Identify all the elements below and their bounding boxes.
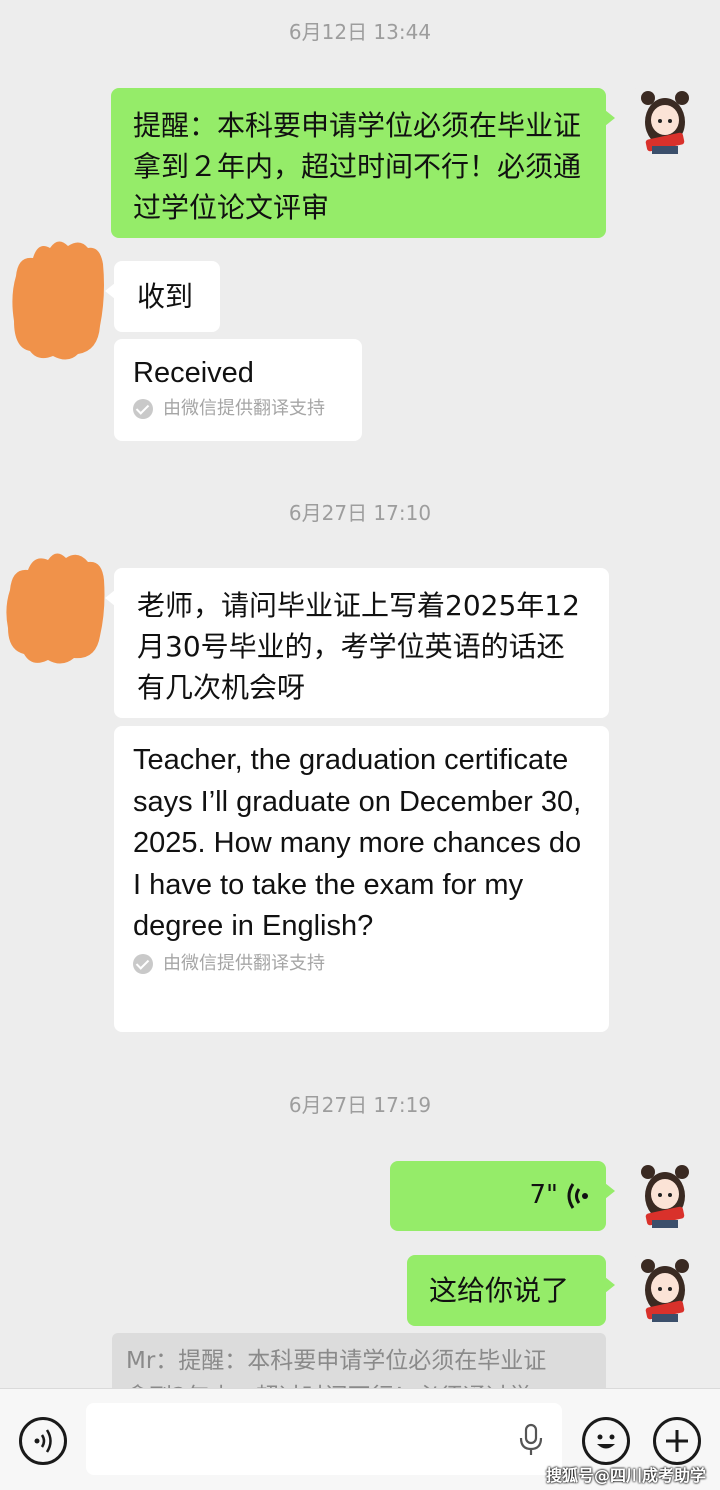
message-input[interactable] <box>86 1403 562 1475</box>
voice-duration: 7" <box>529 1180 558 1210</box>
watermark: 搜狐号@四川成考助学 <box>545 1466 706 1485</box>
outgoing-message[interactable]: 提醒：本科要申请学位必须在毕业证拿到２年内，超过时间不行！必须通过学位论文评审 <box>111 88 615 238</box>
timestamp: 6月27日 17:19 <box>288 1093 432 1117</box>
translation-note-label: 由微信提供翻译支持 <box>163 952 325 974</box>
translation-card[interactable]: Received 由微信提供翻译支持 <box>114 339 362 441</box>
voice-message[interactable]: 7" <box>390 1161 615 1231</box>
translation-note-label: 由微信提供翻译支持 <box>163 398 325 419</box>
check-circle-icon <box>133 953 153 974</box>
timestamp: 6月12日 13:44 <box>288 20 432 44</box>
voice-toggle-icon <box>34 1429 52 1453</box>
incoming-message[interactable]: 老师，请问毕业证上写着2025年12月30号毕业的，考学位英语的话还有几次机会呀 <box>105 568 609 718</box>
avatar-image-icon <box>632 88 698 154</box>
translation-text: Teacher, the graduation certificate says… <box>133 744 582 942</box>
translation-card[interactable]: Teacher, the graduation certificate says… <box>114 726 609 1032</box>
quoted-message[interactable]: Mr：提醒：本科要申请学位必须在毕业证 拿到2年内，超过时间不行！必须通过学 <box>112 1333 606 1393</box>
quote-line: Mr：提醒：本科要申请学位必须在毕业证 <box>126 1348 547 1374</box>
plus-icon <box>666 1430 688 1452</box>
check-circle-icon <box>133 399 153 419</box>
redacted-avatar[interactable] <box>4 550 108 670</box>
avatar-image-icon <box>632 1256 698 1322</box>
emoji-button[interactable] <box>582 1417 630 1465</box>
translation-source-note: 由微信提供翻译支持 <box>133 397 343 421</box>
timestamp: 6月27日 17:10 <box>288 501 432 525</box>
incoming-message[interactable]: 收到 <box>105 261 220 332</box>
self-avatar[interactable] <box>632 88 698 154</box>
translation-text: Received <box>133 357 254 389</box>
emoji-icon <box>597 1434 615 1449</box>
avatar-image-icon <box>632 1162 698 1228</box>
voice-toggle-button[interactable] <box>19 1417 67 1465</box>
voice-wave-icon <box>567 1183 588 1209</box>
self-avatar[interactable] <box>632 1162 698 1228</box>
outgoing-message[interactable]: 这给你说了 <box>407 1255 615 1326</box>
more-button[interactable] <box>653 1417 701 1465</box>
self-avatar[interactable] <box>632 1256 698 1322</box>
translation-source-note: 由微信提供翻译支持 <box>133 952 590 976</box>
microphone-icon[interactable] <box>518 1423 544 1457</box>
redacted-avatar[interactable] <box>8 236 108 366</box>
